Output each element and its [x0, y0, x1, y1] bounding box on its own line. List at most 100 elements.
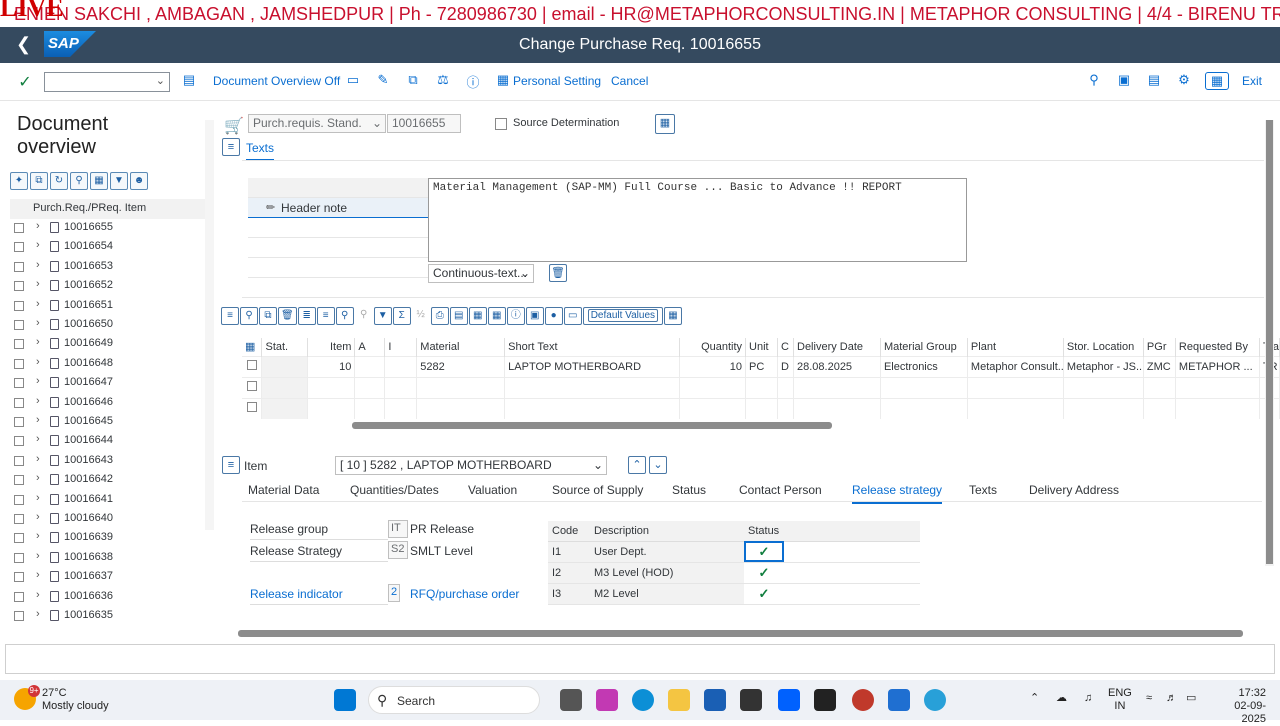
row-checkbox[interactable] — [14, 494, 24, 505]
table-cell[interactable]: METAPHOR ... — [1175, 355, 1260, 377]
tab-release-strategy[interactable]: Release strategy — [852, 483, 943, 504]
column-header[interactable]: Item — [307, 338, 356, 356]
account-icon[interactable]: ● — [544, 307, 563, 325]
list-item[interactable]: › 10016638 — [10, 549, 206, 568]
table-cell[interactable] — [384, 355, 418, 377]
export-icon[interactable]: ▤ — [449, 307, 468, 325]
release-status-check[interactable]: ✓ — [744, 541, 784, 563]
column-header[interactable]: Requested By — [1175, 338, 1260, 356]
row-checkbox[interactable] — [14, 397, 24, 408]
sum-icon[interactable]: Σ — [392, 307, 411, 325]
collapse-items-icon[interactable]: ≡ — [221, 307, 239, 325]
settings-icon[interactable]: ⚙ — [1175, 72, 1193, 90]
row-checkbox[interactable] — [14, 436, 24, 447]
document-overview-button[interactable]: Document Overview Off — [213, 74, 340, 88]
amazon-icon[interactable] — [740, 689, 762, 711]
row-checkbox[interactable] — [14, 455, 24, 466]
chevron-right-icon[interactable]: › — [36, 472, 40, 484]
list-item[interactable]: › 10016644 — [10, 432, 206, 451]
table-cell[interactable]: D — [777, 355, 794, 377]
chevron-right-icon[interactable]: › — [36, 356, 40, 368]
table-row[interactable]: 10 5282 LAPTOP MOTHERBOARD 10 PC D 28.08.2025 E… — [242, 355, 1280, 377]
clock[interactable]: 17:32 02-09-2025 — [1210, 687, 1266, 726]
row-checkbox[interactable] — [14, 572, 24, 583]
row-checkbox[interactable] — [14, 242, 24, 253]
column-header[interactable]: Plant — [967, 338, 1064, 356]
list-item[interactable]: › 10016650 — [10, 316, 206, 335]
row-checkbox[interactable] — [14, 591, 24, 602]
chevron-right-icon[interactable]: › — [36, 569, 40, 581]
chevron-down-icon[interactable]: ⌄ — [156, 74, 165, 87]
table-cell[interactable] — [745, 397, 779, 419]
items-horizontal-scrollbar[interactable] — [352, 422, 832, 429]
chevron-right-icon[interactable]: › — [36, 259, 40, 271]
chevron-right-icon[interactable]: › — [36, 375, 40, 387]
refresh-icon[interactable]: ↻ — [50, 172, 68, 190]
tab-texts[interactable]: Texts — [246, 141, 275, 161]
table-cell[interactable]: Metaphor Consult... — [967, 355, 1064, 377]
release-strategy-code[interactable]: S2 — [388, 541, 408, 559]
release-status-check[interactable]: ✓ — [744, 562, 784, 584]
search-icon[interactable]: ⚲ — [1085, 72, 1103, 90]
exit-button[interactable]: Exit — [1242, 74, 1262, 88]
table-cell[interactable]: LAPTOP MOTHERBOARD — [504, 355, 681, 377]
chrome-icon[interactable] — [852, 689, 874, 711]
table-cell[interactable] — [354, 355, 386, 377]
column-header[interactable]: Unit — [745, 338, 779, 356]
battery-icon[interactable]: ▭ — [1186, 692, 1196, 705]
row-checkbox[interactable] — [14, 378, 24, 389]
table-cell[interactable] — [745, 376, 779, 398]
other-document-icon[interactable]: ▭ — [344, 72, 362, 90]
list-item[interactable]: › 10016637 — [10, 568, 206, 587]
table-cell[interactable] — [777, 376, 794, 398]
column-header[interactable]: A — [354, 338, 386, 356]
release-indicator-code[interactable]: 2 — [388, 584, 400, 602]
row-checkbox[interactable] — [14, 417, 24, 427]
filter-icon[interactable]: ▼ — [110, 172, 128, 190]
row-checkbox[interactable] — [242, 397, 263, 419]
column-header[interactable]: Stor. Location — [1063, 338, 1144, 356]
list-item[interactable]: › 10016655 — [10, 219, 206, 238]
chevron-right-icon[interactable]: › — [36, 336, 40, 348]
tab-texts[interactable]: Texts — [969, 483, 997, 497]
row-checkbox[interactable] — [14, 261, 24, 272]
list-item[interactable]: › 10016643 — [10, 452, 206, 471]
chevron-right-icon[interactable]: › — [36, 317, 40, 329]
table-cell[interactable] — [384, 376, 418, 398]
window-icon[interactable]: ▣ — [1115, 72, 1133, 90]
dropbox-icon[interactable] — [778, 689, 800, 711]
tab-material-data[interactable]: Material Data — [248, 483, 319, 497]
release-indicator-desc[interactable]: RFQ/purchase order — [410, 587, 519, 601]
row-checkbox[interactable] — [242, 355, 263, 377]
tab-quantities-dates[interactable]: Quantities/Dates — [350, 483, 439, 497]
new-window-icon[interactable]: ▤ — [1145, 72, 1163, 90]
table-cell[interactable] — [354, 397, 386, 419]
list-item[interactable]: › 10016645 — [10, 413, 206, 432]
table-cell[interactable] — [261, 355, 309, 377]
list-item[interactable]: › 10016653 — [10, 258, 206, 277]
table-cell[interactable] — [793, 376, 881, 398]
info-icon[interactable]: ⓘ — [464, 72, 482, 90]
tab-valuation[interactable]: Valuation — [468, 483, 517, 497]
table-cell[interactable] — [1175, 376, 1260, 398]
details-icon[interactable]: ⚲ — [240, 307, 258, 325]
app-icon[interactable] — [560, 689, 582, 711]
chevron-right-icon[interactable]: › — [36, 589, 40, 601]
table-cell[interactable] — [967, 376, 1064, 398]
text-format-select[interactable]: Continuous-text... ⌄ — [428, 264, 534, 283]
info-icon[interactable]: ⓘ — [506, 307, 525, 325]
amazon-app-icon[interactable] — [814, 689, 836, 711]
table-cell[interactable]: Electronics — [880, 355, 968, 377]
layout-icon[interactable]: ▦ — [468, 307, 487, 325]
sap-gui-icon[interactable] — [888, 689, 910, 711]
list-item[interactable]: › 10016649 — [10, 335, 206, 354]
chevron-right-icon[interactable]: › — [36, 608, 40, 620]
column-header[interactable]: I — [384, 338, 418, 356]
table-cell[interactable]: 10 — [679, 355, 747, 377]
chevron-right-icon[interactable]: › — [36, 530, 40, 542]
column-header[interactable]: C — [777, 338, 794, 356]
copy-icon[interactable]: ⧉ — [404, 72, 422, 90]
filter-icon[interactable]: ▼ — [373, 307, 392, 325]
table-cell[interactable] — [880, 376, 968, 398]
org-data-icon[interactable]: ▦ — [655, 114, 675, 134]
